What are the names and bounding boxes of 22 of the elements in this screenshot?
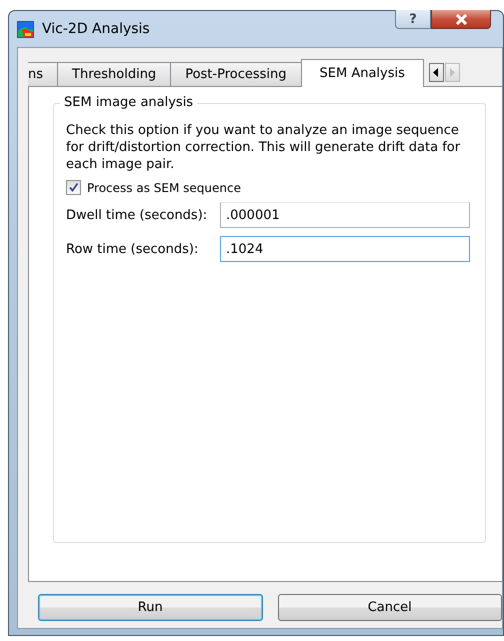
close-button[interactable] [431,10,491,29]
checkbox[interactable] [66,180,81,195]
tab[interactable]: ns [28,62,58,86]
help-button[interactable]: ? [395,10,431,29]
group-title: SEM image analysis [60,95,198,110]
tab[interactable]: SEM Analysis [300,59,424,87]
window-title: Vic-2D Analysis [42,21,150,37]
input-field[interactable]: .000001 [220,202,470,228]
field-label: Dwell time (seconds): [66,208,208,222]
tab[interactable]: Thresholding [57,62,172,86]
field-label: Row time (seconds): [66,242,200,256]
checkbox-label[interactable]: Process as SEM sequence [87,180,241,194]
input-field[interactable]: .1024 [220,236,470,262]
description-text: Check this option if you want to analyze an image sequence for drift/distortion correction. This will generate drift data for each image pair. [66,122,462,173]
cancel-button[interactable]: Cancel [278,594,502,621]
run-button[interactable]: Run [38,594,262,621]
close-icon [454,14,468,24]
tab[interactable]: Post-Processing [170,62,302,86]
app-icon [17,20,34,38]
left-triangle-icon [433,68,440,77]
scroll-left-button[interactable] [428,63,444,82]
right-triangle-icon [449,68,456,77]
